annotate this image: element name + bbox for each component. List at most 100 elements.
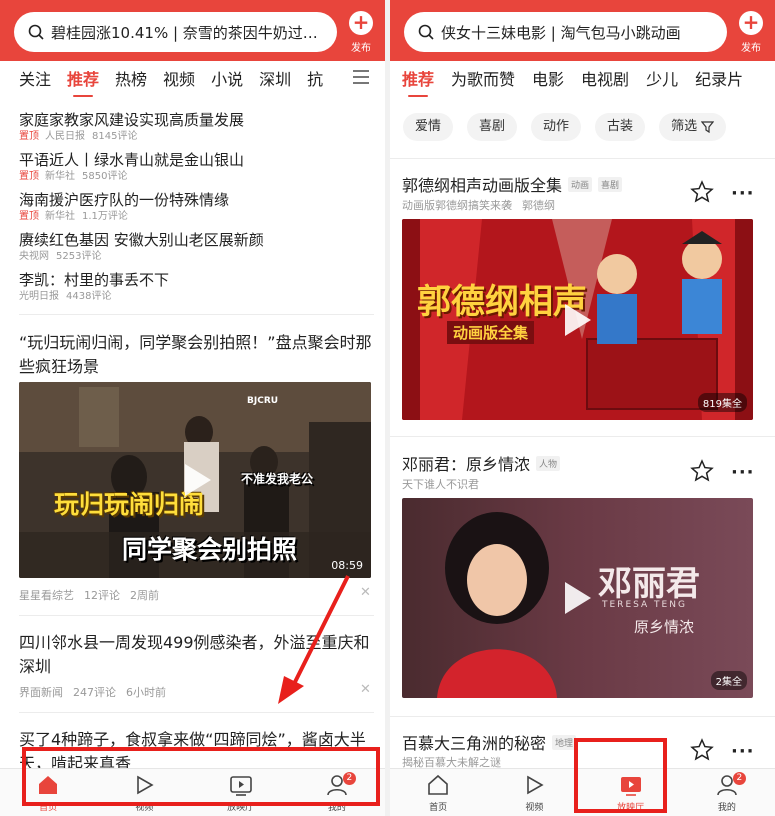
news-item[interactable]: 海南援沪医疗队的一份特殊情缘 置顶 新华社 1.1万评论 bbox=[19, 190, 374, 230]
favorite-star-icon[interactable] bbox=[690, 738, 714, 762]
news-title: 赓续红色基因 安徽大别山老区展新颜 bbox=[19, 231, 264, 249]
home-icon bbox=[428, 774, 448, 795]
news-title: 家庭家教家风建设实现高质量发展 bbox=[19, 111, 245, 129]
more-options-icon[interactable]: ··· bbox=[731, 462, 755, 483]
pinned-tag: 置顶 bbox=[19, 171, 39, 182]
video-overlay-main: 玩归玩闹归闹 bbox=[54, 490, 205, 519]
poster-subtitle: 动画版全集 bbox=[447, 321, 535, 344]
poster-title: 郭德纲相声 bbox=[417, 282, 587, 322]
dismiss-icon[interactable]: ✕ bbox=[360, 682, 371, 697]
annotation-arrow bbox=[278, 575, 350, 704]
card-title-text: 郭德纲相声动画版全集 bbox=[402, 176, 563, 195]
search-hint: 侠女十三妹电影 | 淘气包马小跳动画 bbox=[441, 23, 681, 42]
publish-button[interactable]: + 发布 bbox=[345, 11, 377, 54]
nav-me[interactable]: 2 我的 bbox=[679, 769, 775, 816]
play-icon bbox=[527, 775, 544, 795]
right-screen: 侠女十三妹电影 | 淘气包马小跳动画 + 发布 推荐 为歌而赞 电影 电视剧 少… bbox=[390, 0, 775, 816]
filter-chip[interactable]: 古装 bbox=[595, 113, 646, 141]
notification-badge: 2 bbox=[732, 772, 746, 785]
card-title[interactable]: 邓丽君：原乡情浓 人物 bbox=[402, 451, 561, 475]
filter-chip[interactable]: 喜剧 bbox=[467, 113, 518, 141]
tab-hot[interactable]: 热榜 bbox=[115, 66, 147, 90]
annotation-highlight-box bbox=[574, 738, 667, 813]
tab-documentary[interactable]: 纪录片 bbox=[695, 66, 743, 90]
tab-recommend[interactable]: 推荐 bbox=[67, 66, 99, 97]
video-time: 2周前 bbox=[130, 589, 159, 602]
news-comments: 1.1万评论 bbox=[82, 211, 128, 222]
nav-video[interactable]: 视频 bbox=[486, 769, 582, 816]
video-thumbnail[interactable]: 不准发我老公 玩归玩闹归闹 同学聚会别拍照 BJCRU 08:59 bbox=[19, 382, 371, 578]
news-item[interactable]: 平语近人丨绿水青山就是金山银山 置顶 新华社 5850评论 bbox=[19, 150, 374, 190]
publish-button[interactable]: + 发布 bbox=[735, 11, 767, 54]
filter-label: 筛选 bbox=[671, 119, 698, 134]
video-article-title[interactable]: “玩归玩闹归闹，同学聚会别拍照！”盘点聚会时那些疯狂场景 bbox=[19, 331, 374, 379]
news-comments: 5253评论 bbox=[56, 251, 102, 262]
card-subtitle: 动画版郭德纲搞笑来袭 郭德纲 bbox=[402, 197, 565, 213]
play-icon bbox=[565, 582, 591, 614]
search-bar[interactable]: 碧桂园涨10.41% | 奈雪的茶因牛奶过期... bbox=[14, 12, 337, 52]
video-source: 星星看综艺 bbox=[19, 589, 74, 602]
search-bar[interactable]: 侠女十三妹电影 | 淘气包马小跳动画 bbox=[404, 12, 727, 52]
card-tag: 地理 bbox=[552, 734, 577, 750]
search-icon bbox=[28, 24, 44, 40]
poster-teresa-teng[interactable]: 邓丽君 TERESA TENG 原乡情浓 2集全 bbox=[402, 498, 753, 698]
news-item[interactable]: 李凯：村里的事丢不下 光明日报 4438评论 bbox=[19, 270, 374, 310]
news-source: 光明日报 bbox=[19, 291, 59, 302]
more-options-icon[interactable]: ··· bbox=[731, 741, 755, 762]
video-comments: 12评论 bbox=[84, 589, 120, 602]
tab-sing[interactable]: 为歌而赞 bbox=[451, 66, 515, 90]
tab-recommend[interactable]: 推荐 bbox=[402, 66, 434, 97]
more-options-icon[interactable]: ··· bbox=[731, 183, 755, 204]
filter-chip[interactable]: 动作 bbox=[531, 113, 582, 141]
card-person: 郭德纲 bbox=[522, 199, 555, 212]
video-overlay-small: 不准发我老公 bbox=[241, 472, 314, 486]
filter-chip[interactable]: 爱情 bbox=[403, 113, 454, 141]
channel-tabs: 推荐 为歌而赞 电影 电视剧 少儿 纪录片 bbox=[390, 63, 775, 97]
tab-shenzhen[interactable]: 深圳 bbox=[259, 66, 291, 90]
filter-button[interactable]: 筛选 bbox=[659, 113, 727, 141]
divider bbox=[390, 158, 775, 159]
pinned-tag: 置顶 bbox=[19, 211, 39, 222]
top-header: 碧桂园涨10.41% | 奈雪的茶因牛奶过期... + 发布 bbox=[0, 0, 385, 61]
card-subtitle: 天下谁人不识君 bbox=[402, 476, 489, 492]
card-tag: 人物 bbox=[536, 455, 561, 471]
tab-video[interactable]: 视频 bbox=[163, 66, 195, 90]
publish-label: 发布 bbox=[351, 43, 371, 54]
nav-home[interactable]: 首页 bbox=[390, 769, 486, 816]
tab-kids[interactable]: 少儿 bbox=[646, 66, 678, 90]
news-item[interactable]: 赓续红色基因 安徽大别山老区展新颜 央视网 5253评论 bbox=[19, 230, 374, 270]
tabs-fade bbox=[321, 63, 349, 93]
card-title-text: 邓丽君：原乡情浓 bbox=[402, 455, 531, 474]
filter-chips: 爱情 喜剧 动作 古装 筛选 bbox=[403, 113, 740, 141]
news-item[interactable]: 家庭家教家风建设实现高质量发展 置顶 人民日报 8145评论 bbox=[19, 110, 374, 150]
news-source: 人民日报 bbox=[45, 131, 85, 142]
card-title[interactable]: 百慕大三角洲的秘密 地理 bbox=[402, 730, 577, 754]
play-icon bbox=[185, 464, 211, 496]
left-screen: 碧桂园涨10.41% | 奈雪的茶因牛奶过期... + 发布 关注 推荐 热榜 … bbox=[0, 0, 385, 816]
poster-guodegang[interactable]: 郭德纲相声 动画版全集 819集全 bbox=[402, 219, 753, 420]
poster-english-title: TERESA TENG bbox=[602, 600, 687, 610]
plus-icon: + bbox=[349, 11, 373, 35]
favorite-star-icon[interactable] bbox=[690, 459, 714, 483]
card-title-text: 百慕大三角洲的秘密 bbox=[402, 734, 547, 753]
card-title[interactable]: 郭德纲相声动画版全集 动画 喜剧 bbox=[402, 172, 623, 196]
divider bbox=[19, 712, 374, 713]
menu-icon[interactable] bbox=[353, 70, 369, 84]
tab-movie[interactable]: 电影 bbox=[532, 66, 564, 90]
nav-label: 我的 bbox=[717, 803, 736, 813]
poster-subtitle: 原乡情浓 bbox=[634, 618, 695, 636]
divider bbox=[390, 716, 775, 717]
tab-follow[interactable]: 关注 bbox=[19, 66, 51, 90]
favorite-star-icon[interactable] bbox=[690, 180, 714, 204]
card-tag: 动画 bbox=[568, 176, 593, 192]
card-tag: 喜剧 bbox=[598, 176, 623, 192]
filter-icon bbox=[701, 121, 715, 133]
divider bbox=[390, 436, 775, 437]
news-comments: 4438评论 bbox=[66, 291, 112, 302]
dismiss-icon[interactable]: ✕ bbox=[360, 585, 371, 600]
tab-tv[interactable]: 电视剧 bbox=[581, 66, 629, 90]
article-meta: 界面新闻 247评论 6小时前 bbox=[19, 684, 176, 700]
top-header: 侠女十三妹电影 | 淘气包马小跳动画 + 发布 bbox=[390, 0, 775, 61]
tab-novel[interactable]: 小说 bbox=[211, 66, 243, 90]
annotation-highlight-box bbox=[22, 747, 380, 806]
